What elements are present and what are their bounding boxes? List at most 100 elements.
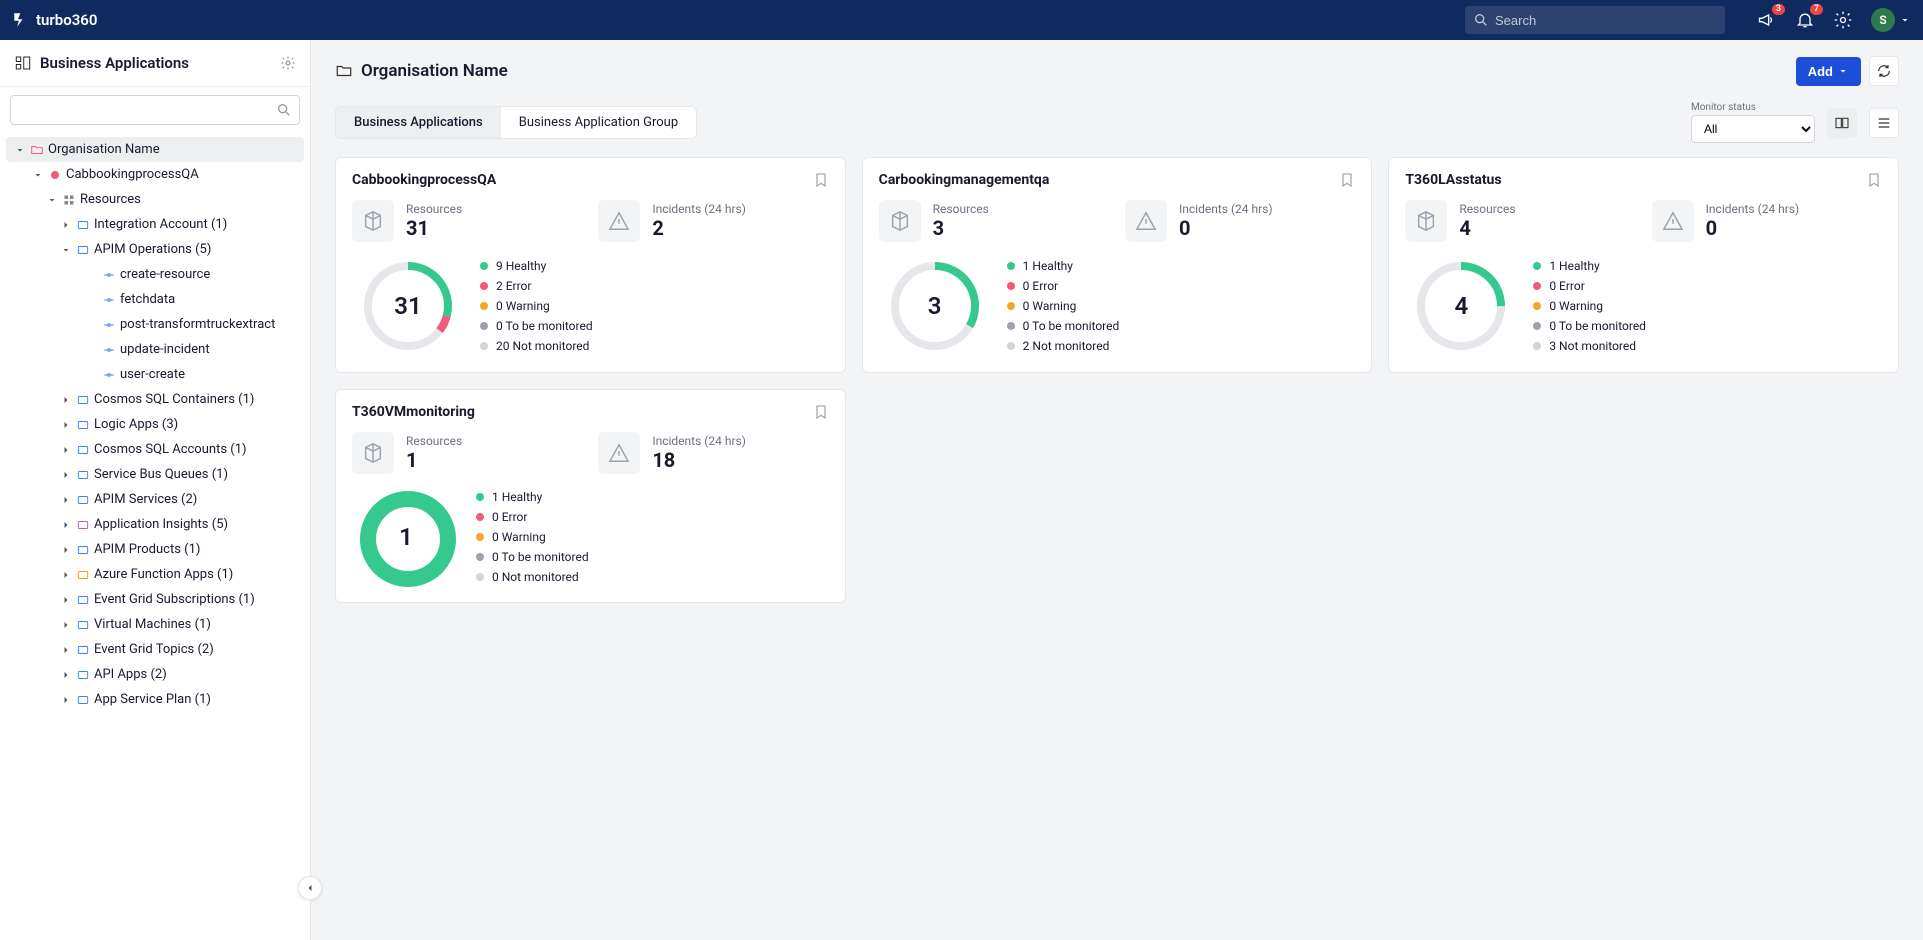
monitor-status-select[interactable]: All [1691,115,1815,143]
sidebar-gear-icon[interactable] [280,55,296,71]
stat-incidents: Incidents (24 hrs) 18 [598,432,828,474]
legend-row-warning: 0 Warning [476,530,589,544]
global-search [1465,6,1725,34]
node-cosmos-sql-containers[interactable]: Cosmos SQL Containers (1) [6,387,304,412]
node-azure-fn-apps[interactable]: Azure Function Apps (1) [6,562,304,587]
node-apim-operations[interactable]: APIM Operations (5) [6,237,304,262]
node-apim-op[interactable]: fetchdata [6,287,304,312]
legend-row-warning: 0 Warning [1533,299,1646,313]
legend-row-warning: 0 Warning [1007,299,1120,313]
legend-row-notmon: 20 Not monitored [480,339,593,353]
node-service-bus-queues[interactable]: Service Bus Queues (1) [6,462,304,487]
resource-type-icon [76,443,90,457]
legend: 9 Healthy 2 Error 0 Warning 0 To be moni… [480,259,593,353]
node-apim-products[interactable]: APIM Products (1) [6,537,304,562]
legend-dot-icon [480,302,488,310]
node-cosmos-sql-accounts[interactable]: Cosmos SQL Accounts (1) [6,437,304,462]
legend-dot-icon [1533,302,1541,310]
sidebar-search-input[interactable] [10,95,300,125]
chevron-down-icon [32,169,44,181]
refresh-button[interactable] [1869,56,1899,86]
gear-icon [1833,10,1853,30]
chevron-right-icon [60,419,72,431]
add-button[interactable]: Add [1796,57,1861,86]
node-apim-op[interactable]: post-transformtruckextract [6,312,304,337]
legend-dot-icon [1007,302,1015,310]
tab-business-app-group[interactable]: Business Application Group [501,107,696,138]
resource-type-icon [76,543,90,557]
node-apim-services[interactable]: APIM Services (2) [6,487,304,512]
donut-chart: 1 [360,491,452,583]
legend-row-tobe: 0 To be monitored [1533,319,1646,333]
search-icon [1473,12,1489,28]
resources-node[interactable]: Resources [6,187,304,212]
sidebar-header: Business Applications [0,40,310,87]
stat-incidents: Incidents (24 hrs) 0 [1125,200,1355,242]
notifications-badge: 7 [1810,4,1823,15]
search-input[interactable] [1465,6,1725,34]
legend-dot-icon [1007,322,1015,330]
node-event-grid-topics[interactable]: Event Grid Topics (2) [6,637,304,662]
app-node[interactable]: CabbookingprocessQA [6,162,304,187]
legend-dot-icon [476,553,484,561]
list-view-button[interactable] [1869,108,1899,138]
node-app-service-plan[interactable]: App Service Plan (1) [6,687,304,712]
stat-resources: Resources 4 [1405,200,1635,242]
bookmark-icon[interactable] [1339,172,1355,188]
stat-resources: Resources 31 [352,200,582,242]
donut-chart: 3 [887,258,983,354]
chevron-right-icon [60,644,72,656]
resource-type-icon [76,643,90,657]
avatar-circle: S [1871,8,1895,32]
resource-type-icon [76,568,90,582]
tab-business-apps[interactable]: Business Applications [336,107,501,138]
legend: 1 Healthy 0 Error 0 Warning 0 To be moni… [1533,259,1646,353]
chevron-down-icon [14,144,26,156]
node-app-insights[interactable]: Application Insights (5) [6,512,304,537]
node-apim-op[interactable]: update-incident [6,337,304,362]
settings-button[interactable] [1833,10,1853,30]
folder-icon [335,62,353,80]
legend-dot-icon [1007,282,1015,290]
bookmark-icon[interactable] [1866,172,1882,188]
node-event-grid-subs[interactable]: Event Grid Subscriptions (1) [6,587,304,612]
resource-type-icon [76,493,90,507]
legend-row-error: 0 Error [1007,279,1120,293]
node-apim-op[interactable]: create-resource [6,262,304,287]
card-title[interactable]: Carbookingmanagementqa [879,172,1340,188]
chevron-down-icon [60,244,72,256]
app-card: CabbookingprocessQA Resources 31 Inciden… [335,157,846,373]
node-logic-apps[interactable]: Logic Apps (3) [6,412,304,437]
org-node[interactable]: Organisation Name [6,137,304,162]
announcements-button[interactable]: 3 [1757,10,1777,30]
card-title[interactable]: T360VMmonitoring [352,404,813,420]
layout-toggle-button[interactable] [1827,108,1857,138]
node-api-apps[interactable]: API Apps (2) [6,662,304,687]
layout-icon [1834,115,1850,131]
legend-row-error: 0 Error [476,510,589,524]
card-title[interactable]: T360LAsstatus [1405,172,1866,188]
chevron-right-icon [60,519,72,531]
card-title[interactable]: CabbookingprocessQA [352,172,813,188]
node-integration-account[interactable]: Integration Account (1) [6,212,304,237]
sidebar-tree: Organisation Name CabbookingprocessQA Re… [0,133,310,940]
api-op-icon [102,343,116,357]
legend-dot-icon [1007,262,1015,270]
notifications-button[interactable]: 7 [1795,10,1815,30]
legend-row-healthy: 1 Healthy [1007,259,1120,273]
chevron-right-icon [60,669,72,681]
legend-dot-icon [1533,262,1541,270]
bookmark-icon[interactable] [813,172,829,188]
sidebar: Business Applications Organisation Name … [0,40,311,940]
donut-center-value: 1 [360,491,452,583]
chevron-right-icon [60,619,72,631]
chevron-right-icon [60,469,72,481]
user-menu[interactable]: S [1871,8,1911,32]
node-virtual-machines[interactable]: Virtual Machines (1) [6,612,304,637]
node-apim-op[interactable]: user-create [6,362,304,387]
legend-dot-icon [480,322,488,330]
sidebar-collapse-button[interactable] [298,876,322,900]
resource-type-icon [76,593,90,607]
stat-resources: Resources 1 [352,432,582,474]
bookmark-icon[interactable] [813,404,829,420]
